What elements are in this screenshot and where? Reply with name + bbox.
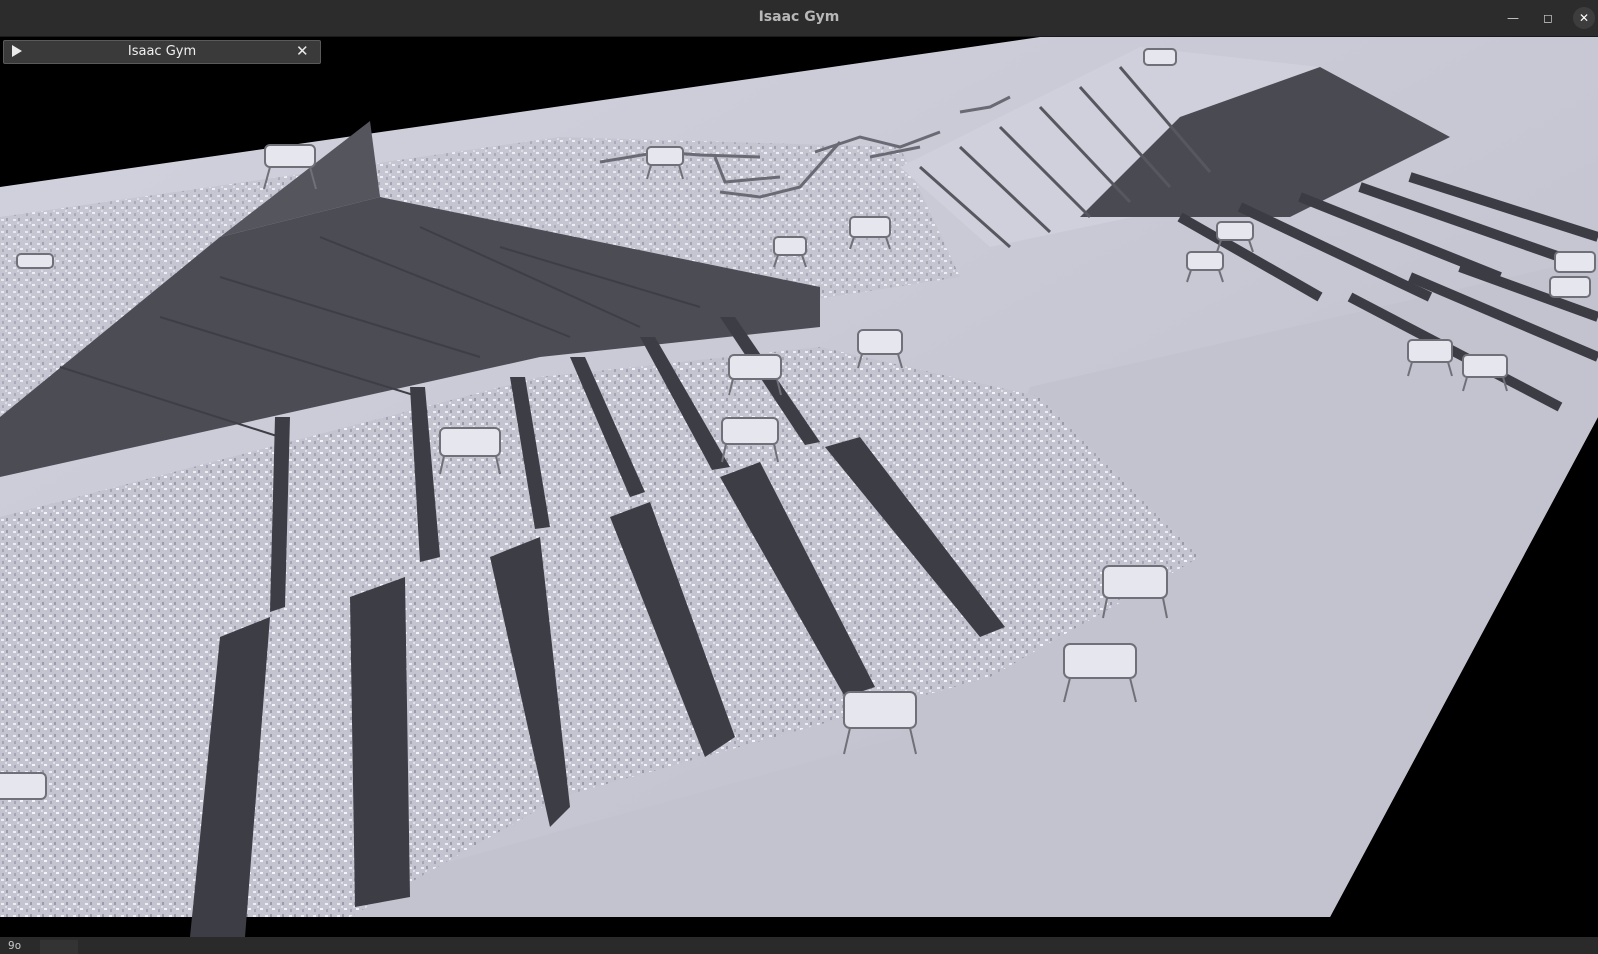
robot [1143, 48, 1177, 66]
robot [1554, 251, 1596, 273]
close-icon[interactable]: ✕ [296, 42, 309, 60]
minimize-icon[interactable]: — [1502, 7, 1524, 29]
viewer-panel-header[interactable]: Isaac Gym ✕ [3, 40, 321, 64]
robot [0, 772, 47, 800]
viewer-panel-title: Isaac Gym [127, 44, 197, 59]
status-segment [40, 940, 78, 954]
robot [1549, 276, 1591, 298]
robot [16, 253, 54, 269]
window-title: Isaac Gym [758, 9, 840, 25]
maximize-icon[interactable]: ◻ [1537, 7, 1559, 29]
status-bar: 9o [0, 937, 1598, 954]
simulation-viewport[interactable] [0, 37, 1598, 937]
close-icon[interactable]: ✕ [1573, 7, 1595, 29]
window-titlebar[interactable]: Isaac Gym — ◻ ✕ [0, 0, 1598, 37]
app-window: Isaac Gym — ◻ ✕ Isaac Gym ✕ 9o [0, 0, 1598, 954]
status-text: 9o [8, 939, 22, 952]
terrain-scene [0, 37, 1598, 937]
